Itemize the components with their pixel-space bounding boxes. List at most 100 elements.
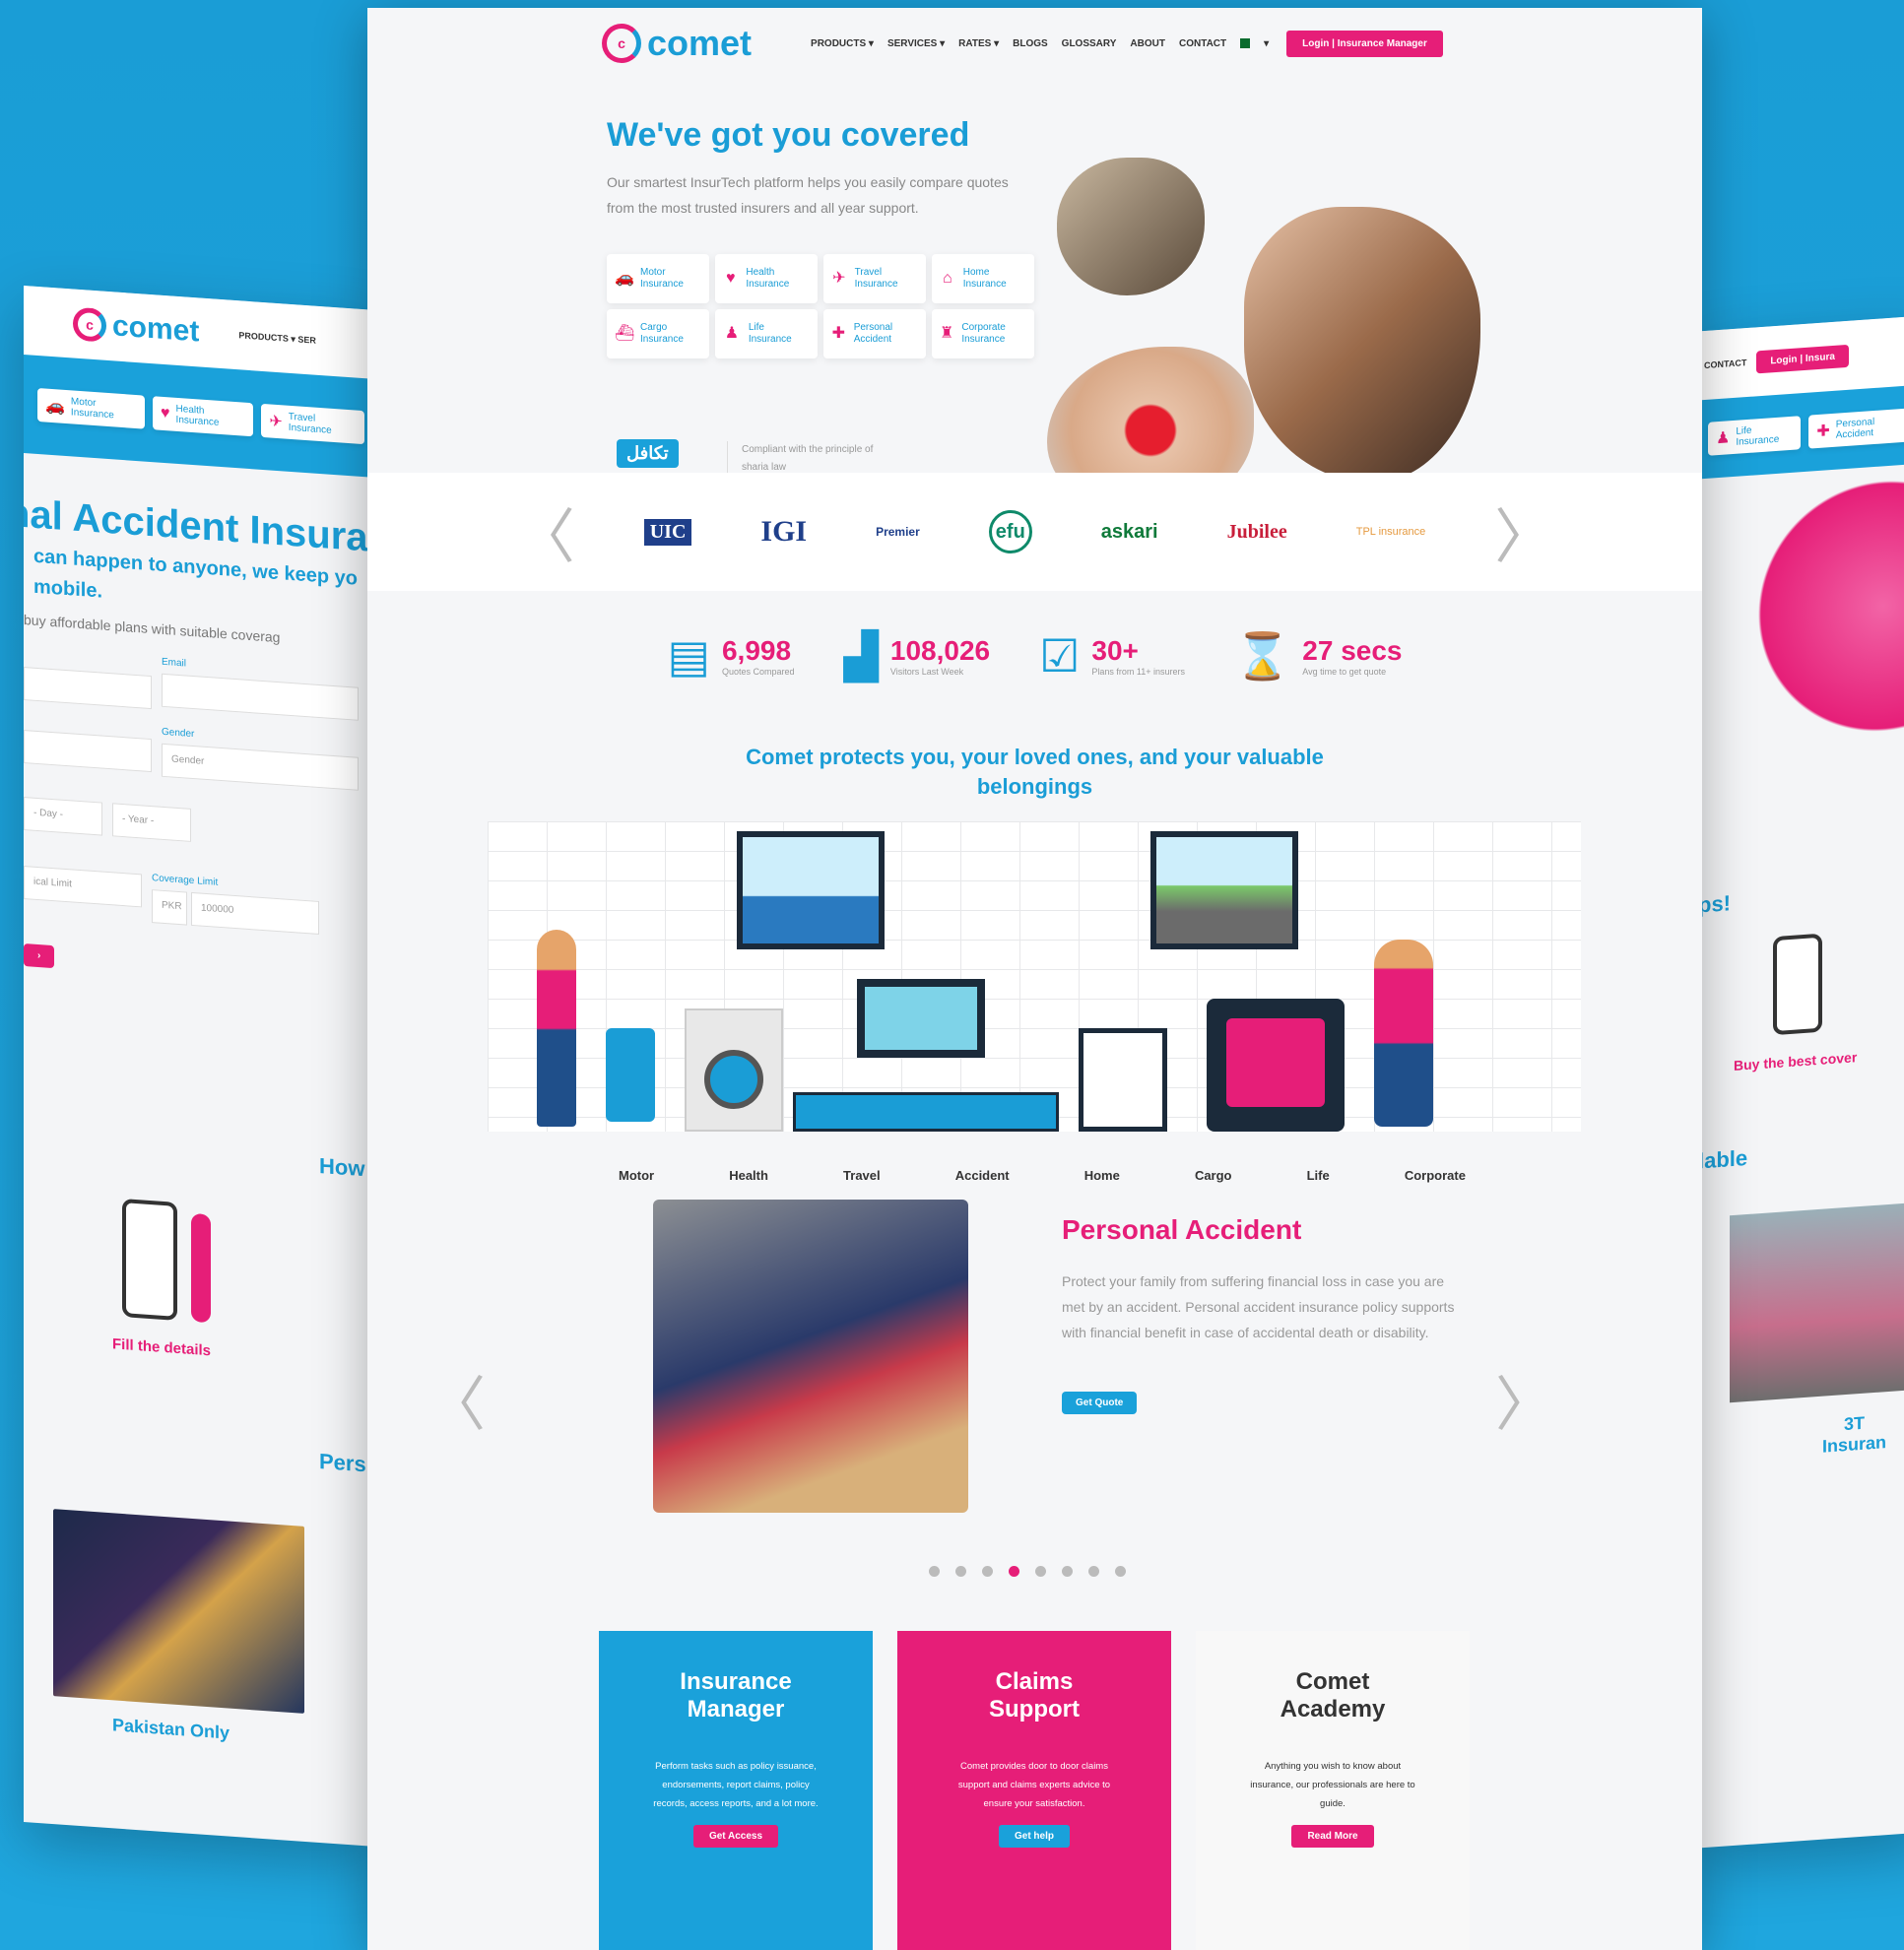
right-heading-lable: lable <box>1698 1144 1748 1174</box>
chip-label: Life Insurance <box>1736 424 1780 448</box>
plane-icon: ✈ <box>832 270 846 287</box>
card-label: Home Insurance <box>962 267 1007 290</box>
day-select[interactable]: - Day - <box>24 797 102 836</box>
card-life[interactable]: ♟ Life Insurance <box>715 309 818 358</box>
nav-glossary[interactable]: GLOSSARY <box>1062 38 1117 49</box>
feature-title-1: Insurance <box>680 1668 792 1695</box>
card-cargo[interactable]: ⛴ Cargo Insurance <box>607 309 709 358</box>
email-field[interactable] <box>162 673 359 721</box>
tab-accident[interactable]: Accident <box>955 1168 1010 1183</box>
get-access-button[interactable]: Get Access <box>692 1825 779 1848</box>
accident-icon: ✚ <box>1816 422 1830 441</box>
card-label: Corporate Insurance <box>961 322 1006 345</box>
left-chip-motor[interactable]: 🚗 Motor Insurance <box>37 387 146 429</box>
card-health[interactable]: ♥ Health Insurance <box>715 254 818 303</box>
tab-health[interactable]: Health <box>729 1168 768 1183</box>
bar-chart-icon: ▟ <box>843 630 879 682</box>
carousel-dot-active[interactable] <box>1009 1566 1019 1577</box>
takaful-badge[interactable]: تکافل <box>617 439 679 468</box>
window-road-car <box>1150 831 1298 949</box>
left-nav[interactable]: PRODUCTS ▾ SER <box>238 330 316 346</box>
tab-motor[interactable]: Motor <box>619 1168 654 1183</box>
left-page-mockup: c comet PRODUCTS ▾ SER 🚗 Motor Insurance … <box>24 286 378 1848</box>
feature-claims-support: Claims Support Comet provides door to doo… <box>897 1631 1171 1950</box>
card-label: Travel Insurance <box>854 267 898 290</box>
tab-corporate[interactable]: Corporate <box>1405 1168 1466 1183</box>
left-field-phone[interactable] <box>24 730 152 773</box>
nav-contact[interactable]: CONTACT <box>1179 38 1226 49</box>
nav-rates[interactable]: RATES ▾ <box>958 38 999 49</box>
person-icon: ♟ <box>1716 429 1731 448</box>
right-chip-life[interactable]: ♟ Life Insurance <box>1708 416 1802 456</box>
pakistan-flag-icon[interactable] <box>1240 38 1251 48</box>
carousel-dot[interactable] <box>1035 1566 1046 1577</box>
stat-number: 30+ <box>1091 635 1139 666</box>
left-field-name[interactable] <box>24 667 152 710</box>
get-quote-button[interactable]: Get Quote <box>1062 1392 1138 1414</box>
left-logo[interactable]: c comet <box>73 306 199 349</box>
slide-prev-arrow-icon[interactable]: 〈 <box>427 1357 486 1443</box>
armchair-seat <box>1226 1018 1325 1107</box>
carousel-dot[interactable] <box>955 1566 966 1577</box>
right-nav-contact[interactable]: CONTACT <box>1704 358 1746 370</box>
stat-label: Plans from 11+ insurers <box>1091 667 1185 677</box>
login-button[interactable]: Login | Insurance Manager <box>1286 30 1443 57</box>
language-chevron-icon[interactable]: ▾ <box>1264 38 1269 49</box>
carousel-dot[interactable] <box>1062 1566 1073 1577</box>
slide-text: Protect your family from suffering finan… <box>1062 1273 1455 1340</box>
ship-icon: ⛴ <box>615 325 635 342</box>
carousel-dot[interactable] <box>1088 1566 1099 1577</box>
comet-logo[interactable]: c comet <box>602 23 752 64</box>
carousel-dot[interactable] <box>982 1566 993 1577</box>
monitor-illustration <box>857 979 985 1058</box>
stat-label: Quotes Compared <box>721 667 795 677</box>
nav-products[interactable]: PRODUCTS ▾ <box>811 38 874 49</box>
nav-services[interactable]: SERVICES ▾ <box>887 38 945 49</box>
mockup-stage: c comet PRODUCTS ▾ SER 🚗 Motor Insurance … <box>0 0 1904 1950</box>
medical-limit-select[interactable]: ical Limit <box>24 866 142 908</box>
feature-comet-academy: Comet Academy Anything you wish to know a… <box>1196 1631 1470 1950</box>
read-more-button[interactable]: Read More <box>1291 1825 1374 1848</box>
feature-title: Comet Academy <box>1196 1668 1470 1723</box>
partners-next-arrow-icon[interactable]: 〉 <box>1494 489 1553 575</box>
right-login-button[interactable]: Login | Insura <box>1756 344 1849 373</box>
car-icon: 🚗 <box>615 270 634 287</box>
carousel-dot[interactable] <box>929 1566 940 1577</box>
gender-select[interactable]: Gender <box>162 743 359 791</box>
feature-title: Claims Support <box>897 1668 1171 1723</box>
nav-blogs[interactable]: BLOGS <box>1013 38 1048 49</box>
year-select[interactable]: - Year - <box>112 803 191 842</box>
chip-label: Travel Insurance <box>288 411 332 436</box>
right-product-band: ♟ Life Insurance ✚ Personal Accident <box>1694 384 1904 480</box>
tv-stand-illustration <box>793 1092 1059 1132</box>
clipboard-check-icon: ☑ <box>1039 630 1081 682</box>
left-chip-health[interactable]: ♥ Health Insurance <box>153 396 254 437</box>
buy-best-cover-step: Buy the best cover <box>1734 1049 1858 1073</box>
left-chip-travel[interactable]: ✈ Travel Insurance <box>261 403 365 445</box>
left-next-button[interactable]: › <box>24 943 55 969</box>
coverage-amount-input[interactable]: 100000 <box>191 891 319 935</box>
carousel-dot[interactable] <box>1115 1566 1126 1577</box>
comet-logo-icon: c <box>73 306 106 343</box>
card-corporate[interactable]: ♜ Corporate Insurance <box>932 309 1034 358</box>
card-accident[interactable]: ✚ Personal Accident <box>823 309 926 358</box>
pink-car-illustration <box>1694 473 1904 814</box>
plan-title: 3T Insuran <box>1822 1411 1886 1458</box>
protect-line-2: belongings <box>976 774 1093 799</box>
pers-heading: Pers <box>319 1448 366 1477</box>
partners-prev-arrow-icon[interactable]: 〈 <box>516 489 575 575</box>
tab-travel[interactable]: Travel <box>843 1168 881 1183</box>
suitcase-illustration <box>606 1028 655 1122</box>
tab-home[interactable]: Home <box>1084 1168 1120 1183</box>
slide-next-arrow-icon[interactable]: 〉 <box>1495 1357 1554 1443</box>
card-travel[interactable]: ✈ Travel Insurance <box>823 254 926 303</box>
card-home[interactable]: ⌂ Home Insurance <box>932 254 1034 303</box>
get-help-button[interactable]: Get help <box>998 1825 1070 1848</box>
belongings-illustration <box>488 821 1581 1132</box>
right-chip-accident[interactable]: ✚ Personal Accident <box>1808 407 1904 449</box>
tab-life[interactable]: Life <box>1307 1168 1330 1183</box>
nav-about[interactable]: ABOUT <box>1130 38 1165 49</box>
card-label: Personal Accident <box>853 322 893 345</box>
tab-cargo[interactable]: Cargo <box>1195 1168 1232 1183</box>
card-motor[interactable]: 🚗 Motor Insurance <box>607 254 709 303</box>
